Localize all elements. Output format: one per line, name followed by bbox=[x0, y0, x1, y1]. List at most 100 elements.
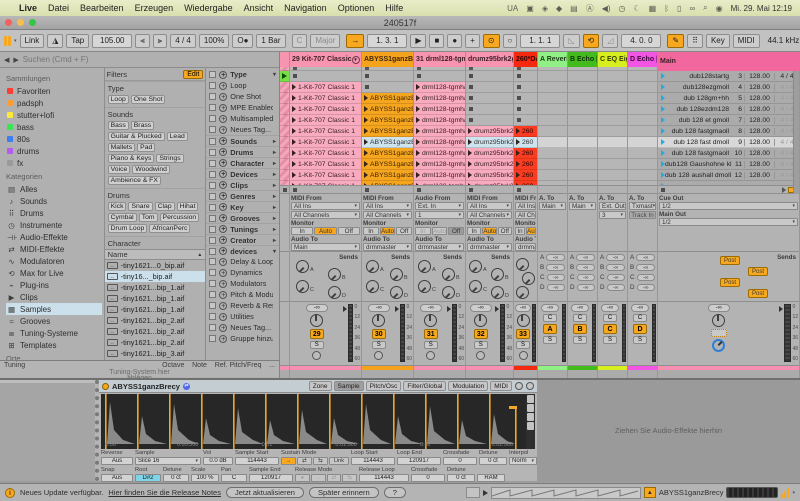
solo-button[interactable]: S bbox=[573, 336, 587, 344]
clip-slot[interactable] bbox=[466, 115, 513, 126]
computer-midi-keyboard-button[interactable]: ⠿ bbox=[687, 34, 703, 48]
clip-slot[interactable]: drumz95brk2g bbox=[466, 126, 513, 137]
menubar-status-icon[interactable]: ◉ bbox=[716, 4, 723, 13]
tag-row[interactable]: + Neues Tag... bbox=[206, 124, 279, 135]
clip-slot[interactable]: 1-Kit-707 Classic 1 bbox=[290, 126, 361, 137]
sample-selector[interactable]: Slice 16 bbox=[135, 457, 201, 465]
help-button[interactable]: ? bbox=[384, 487, 406, 498]
send-c-knob[interactable] bbox=[296, 280, 309, 293]
checkbox-icon[interactable] bbox=[209, 82, 216, 89]
group-clip-slot[interactable] bbox=[280, 93, 289, 104]
return-header[interactable]: A Reverb bbox=[538, 52, 567, 67]
monitor-auto-button[interactable]: Auto bbox=[314, 227, 336, 235]
filter-chip[interactable]: Tom bbox=[139, 213, 158, 222]
pan-knob[interactable] bbox=[474, 314, 487, 327]
arrangement-position-display[interactable]: 1. 3. 1 bbox=[367, 34, 407, 48]
quantize-menu[interactable]: O● bbox=[232, 34, 253, 48]
volume-display[interactable]: -∞ bbox=[541, 304, 559, 312]
clip-stop-icon[interactable] bbox=[469, 188, 473, 192]
send-value[interactable]: -∞ bbox=[606, 254, 625, 261]
clip-slot[interactable]: ABYSS1ganzBre bbox=[362, 170, 413, 181]
snap-toggle[interactable]: Aus bbox=[101, 474, 133, 482]
solo-button[interactable]: S bbox=[516, 341, 530, 349]
filter-group-sounds[interactable]: Sounds bbox=[105, 107, 206, 120]
edit-filters-button[interactable]: Edit bbox=[183, 70, 203, 79]
category-item[interactable]: ∿ Modulatoren bbox=[6, 255, 104, 267]
menubar-item[interactable]: Hilfe bbox=[385, 3, 403, 13]
tag-row[interactable]: + Delay & Loop bbox=[206, 256, 279, 267]
volume-display[interactable]: -∞ bbox=[420, 304, 442, 312]
send-value[interactable]: -∞ bbox=[606, 264, 625, 271]
send-c-knob[interactable] bbox=[366, 280, 379, 293]
track-activator-button[interactable]: 29 bbox=[310, 329, 324, 339]
checkbox-icon[interactable] bbox=[209, 171, 216, 178]
filter-group-type[interactable]: Type bbox=[105, 81, 206, 94]
filter-chip[interactable]: Clap bbox=[155, 202, 175, 211]
clip-stop-icon[interactable] bbox=[283, 188, 287, 192]
menubar-status-icon[interactable]: ◷ bbox=[619, 4, 626, 13]
track-activator-button[interactable]: 33 bbox=[516, 329, 530, 339]
send-value[interactable]: -∞ bbox=[546, 264, 565, 271]
scene-row[interactable]: dub 128ezdm128 6 128.00 4 / 4 bbox=[658, 104, 799, 115]
clip-slot[interactable]: drml128-tgmha bbox=[414, 104, 465, 115]
send-value[interactable]: -∞ bbox=[637, 284, 655, 291]
menubar-item[interactable]: Navigation bbox=[284, 3, 327, 13]
scene-tempo[interactable]: 128.00 bbox=[745, 161, 775, 168]
release-notes-link[interactable]: Hier finden Sie die Release Notes bbox=[108, 488, 221, 497]
tag-row[interactable]: + Genres ▸ bbox=[206, 190, 279, 201]
group-clip-slot[interactable] bbox=[280, 159, 289, 170]
pan-knob[interactable] bbox=[517, 314, 530, 327]
send-value[interactable]: -∞ bbox=[607, 284, 625, 291]
sample-vol-field[interactable]: 0.0 dB bbox=[203, 457, 233, 465]
clip-slot[interactable]: 1-Kit-707 Classic 1 bbox=[290, 137, 361, 148]
ram-button[interactable]: RAM bbox=[477, 474, 505, 482]
scene-tempo[interactable]: 128.00 bbox=[745, 172, 775, 179]
volume-display[interactable]: -∞ bbox=[470, 304, 492, 312]
send-a-knob[interactable] bbox=[296, 260, 309, 273]
arm-button[interactable] bbox=[476, 351, 485, 360]
group-clip-slot[interactable] bbox=[280, 82, 289, 93]
category-item[interactable]: ⇄ MIDI-Effekte bbox=[6, 243, 104, 255]
track-header[interactable]: drumz95brk2g ▾ bbox=[466, 52, 513, 67]
nudge-down-button[interactable]: ⫷ bbox=[135, 34, 150, 48]
scene-row[interactable]: dub 128gm+hh 5 128.00 4 / 4 bbox=[658, 93, 799, 104]
crossfade-field[interactable]: 0 bbox=[411, 474, 445, 482]
return-header[interactable]: B Echo | E bbox=[568, 52, 597, 67]
clip-slot[interactable] bbox=[290, 71, 361, 82]
send-a-knob[interactable] bbox=[418, 260, 431, 273]
time-signature-display[interactable]: 4 / 4 bbox=[170, 34, 196, 48]
session-record-button[interactable]: ⊙ bbox=[483, 34, 500, 48]
output-type-dropdown[interactable]: drmmaster bbox=[415, 243, 464, 251]
input-type-dropdown[interactable]: All Ins bbox=[515, 202, 536, 210]
filter-chip[interactable]: Drum Loop bbox=[108, 224, 148, 233]
monitor-off-button[interactable]: Off bbox=[448, 227, 464, 235]
output-type-dropdown[interactable]: drmmaster bbox=[363, 243, 412, 251]
output-channel-dropdown[interactable]: 3 bbox=[599, 211, 626, 219]
tag-row[interactable]: + Reverb & Resonan... bbox=[206, 300, 279, 311]
clip-stop-icon[interactable] bbox=[365, 188, 369, 192]
device-drop-area[interactable]: Ziehen Sie Audio-Effekte hierhin bbox=[537, 380, 800, 481]
track-header[interactable]: ABYSS1ganzBrec bbox=[362, 52, 413, 67]
output-type-dropdown[interactable]: drmmaster bbox=[467, 243, 512, 251]
tag-row[interactable]: + Gruppe hinzufüge... bbox=[206, 333, 279, 344]
update-now-button[interactable]: Jetzt aktualisieren bbox=[226, 487, 304, 498]
clip-slot[interactable]: 260 bbox=[514, 137, 537, 148]
tag-row[interactable]: + Pitch & Modulatio... bbox=[206, 289, 279, 300]
checkbox-icon[interactable] bbox=[209, 237, 216, 244]
clip-slot[interactable]: drml128-tgmha bbox=[414, 159, 465, 170]
send-b-knob[interactable] bbox=[390, 268, 403, 281]
solo-button[interactable]: S bbox=[474, 341, 488, 349]
scene-tempo[interactable]: 128.00 bbox=[745, 150, 775, 157]
device-title[interactable]: ABYSS1ganzBrecy bbox=[112, 382, 180, 391]
scene-tempo[interactable]: 128.00 bbox=[745, 139, 775, 146]
category-item[interactable]: ⊞ Templates bbox=[6, 339, 104, 351]
new-button[interactable]: + bbox=[465, 34, 480, 48]
checkbox-icon[interactable] bbox=[209, 215, 216, 222]
scene-tempo[interactable]: 128.00 bbox=[745, 117, 775, 124]
clip-stop-icon[interactable] bbox=[517, 188, 521, 192]
send-b-knob[interactable] bbox=[522, 272, 535, 285]
clip-slot[interactable]: ABYSS1ganzBre bbox=[362, 126, 413, 137]
solo-button[interactable]: S bbox=[372, 341, 386, 349]
send-value[interactable]: -∞ bbox=[636, 254, 655, 261]
tag-row[interactable]: + Type ▾ bbox=[206, 69, 279, 80]
